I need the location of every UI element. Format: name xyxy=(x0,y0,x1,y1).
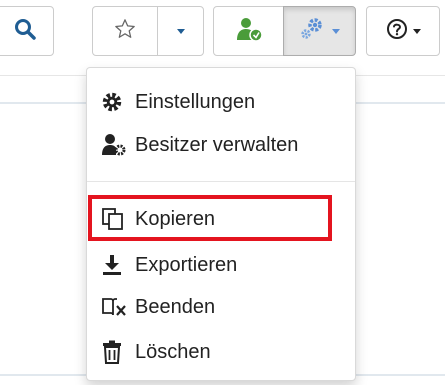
cog-icon xyxy=(101,90,131,114)
menu-item-einstellungen[interactable]: Einstellungen xyxy=(87,82,355,122)
menu-item-besitzer-verwalten[interactable]: Besitzer verwalten xyxy=(87,125,355,165)
caret-down-icon xyxy=(332,28,340,34)
menu-item-label: Besitzer verwalten xyxy=(135,133,299,156)
help-button[interactable] xyxy=(366,6,440,56)
menu-item-exportieren[interactable]: Exportieren xyxy=(87,245,355,285)
settings-dropdown-button[interactable] xyxy=(283,6,356,56)
menu-item-beenden[interactable]: Beenden xyxy=(87,287,355,327)
highlight-annotation xyxy=(88,195,332,241)
search-icon xyxy=(14,18,36,45)
bookmark-button[interactable] xyxy=(92,6,158,56)
menu-item-label: Einstellungen xyxy=(135,90,256,113)
caret-down-icon xyxy=(412,28,421,34)
download-icon xyxy=(101,253,131,277)
caret-down-icon xyxy=(176,28,185,34)
trash-icon xyxy=(101,340,131,364)
menu-item-label: Exportieren xyxy=(135,253,238,276)
menu-item-loeschen[interactable]: Löschen xyxy=(87,332,355,372)
menu-item-label: Beenden xyxy=(135,295,216,318)
owner-button[interactable] xyxy=(213,6,284,56)
user-cog-icon xyxy=(101,133,131,157)
user-add-icon xyxy=(234,16,264,47)
search-button[interactable] xyxy=(0,6,54,56)
menu-item-label: Löschen xyxy=(135,340,211,363)
question-circle-icon xyxy=(386,18,408,45)
bookmark-dropdown-button[interactable] xyxy=(157,6,204,56)
gears-icon xyxy=(299,16,327,47)
menu-divider xyxy=(87,181,355,182)
star-outline-icon xyxy=(114,18,136,45)
book-close-icon xyxy=(101,295,131,319)
